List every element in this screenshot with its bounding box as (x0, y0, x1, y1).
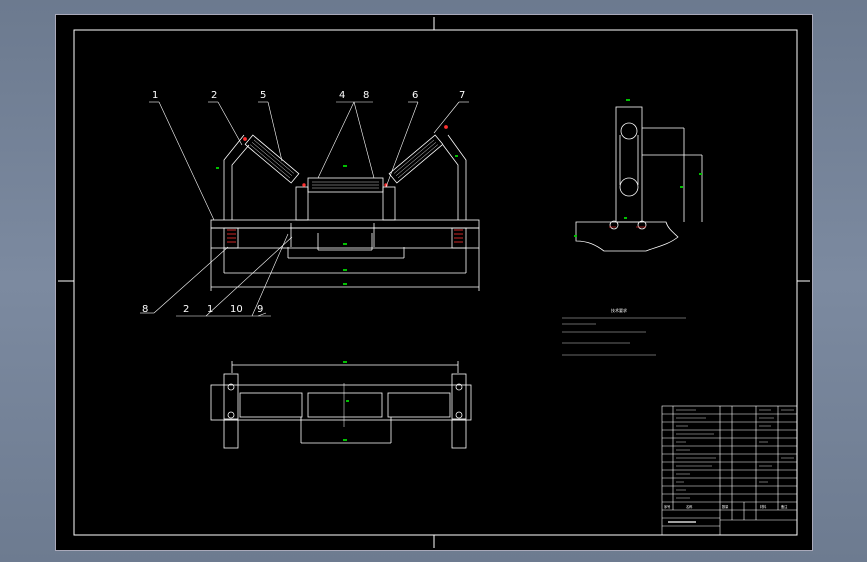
title-block-header: 序号 名称 数量 材料 备注 (664, 504, 788, 509)
notes-heading: 技术要求 (611, 307, 627, 313)
notes-text-lines (562, 317, 686, 356)
part-label-6: 6 (412, 90, 418, 101)
leader-lines (140, 101, 469, 317)
part-label-2: 2 (211, 90, 217, 101)
front-view (210, 134, 480, 291)
part-label-8: 8 (142, 304, 148, 315)
part-label-5: 5 (260, 90, 266, 101)
part-label-4: 4 (339, 90, 345, 101)
inner-frame (73, 29, 798, 536)
part-label-2-bottom: 2 (183, 304, 189, 315)
part-label-1-bottom: 1 (207, 304, 213, 315)
engineering-drawing: 1 2 5 4 8 6 7 8 2 1 10 9 技术要求 序号 名称 数量 材… (58, 17, 810, 548)
part-label-8-top: 8 (363, 90, 369, 101)
centering-marks (58, 17, 810, 548)
svg-text:数量: 数量 (722, 504, 729, 509)
parts-list (661, 405, 798, 536)
plan-view (210, 361, 472, 449)
part-label-1: 1 (152, 90, 158, 101)
svg-text:序号: 序号 (664, 504, 670, 509)
roller-hatch (250, 139, 438, 189)
part-label-10: 10 (230, 304, 243, 315)
drawing-sheet: 1 2 5 4 8 6 7 8 2 1 10 9 技术要求 序号 名称 数量 材… (55, 14, 813, 551)
part-label-9: 9 (257, 304, 263, 315)
part-label-7: 7 (459, 90, 465, 101)
side-view (575, 106, 703, 252)
base-beam (210, 219, 480, 229)
svg-text:材料: 材料 (760, 504, 767, 509)
svg-text:名称: 名称 (686, 504, 693, 509)
svg-text:备注: 备注 (781, 504, 788, 509)
